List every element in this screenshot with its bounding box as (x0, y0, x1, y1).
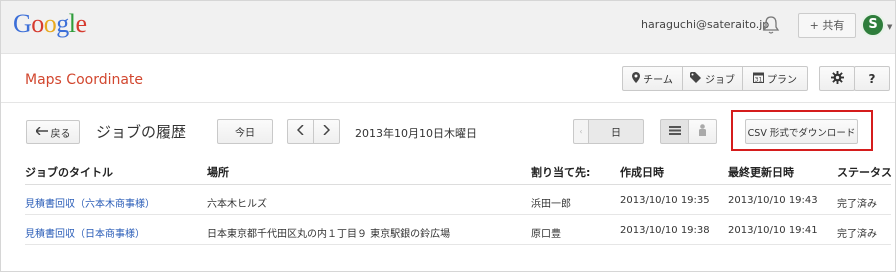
google-bar: Google haraguchi@sateraito.jp + 共有 S ▼ (1, 1, 895, 54)
job-assignee: 原口豊 (531, 229, 561, 240)
plan-label: プラン (767, 75, 797, 86)
share-button[interactable]: + 共有 (798, 13, 856, 38)
back-button[interactable]: 戻る (26, 120, 80, 144)
day-view-button[interactable]: 日 (588, 119, 644, 144)
plan-button[interactable]: 31 プラン (742, 66, 808, 91)
range-prev-button[interactable]: ‹ (573, 119, 589, 144)
chevron-down-icon[interactable]: ▼ (887, 23, 892, 31)
page-title: ジョブの履歴 (96, 123, 187, 141)
job-status: 完了済み (837, 199, 877, 210)
avatar[interactable]: S (861, 13, 885, 37)
app-window: Google haraguchi@sateraito.jp + 共有 S ▼ M… (0, 0, 896, 272)
csv-download-button[interactable]: CSV 形式でダウンロード (745, 119, 858, 144)
bell-icon[interactable] (762, 15, 780, 35)
current-date: 2013年10月10日木曜日 (355, 127, 477, 140)
job-title-link[interactable]: 見積書回収（日本商事様） (25, 225, 145, 240)
table-header: ジョブのタイトル 場所 割り当て先: 作成日時 最終更新日時 ステータス (25, 156, 892, 185)
back-label: 戻る (50, 128, 71, 140)
settings-button[interactable] (819, 66, 855, 91)
column-header-title[interactable]: ジョブのタイトル (25, 164, 113, 180)
job-updated: 2013/10/10 19:41 (728, 225, 818, 236)
person-icon (698, 124, 707, 139)
chevron-right-icon (323, 124, 331, 138)
logo-letter: g (56, 9, 69, 38)
logo-letter: e (75, 9, 88, 38)
table-row[interactable]: 見積書回収（六本木商事様） 六本木ヒルズ 浜田一郎 2013/10/10 19:… (25, 185, 891, 215)
chevron-left-icon: ‹ (579, 127, 583, 136)
list-view-button[interactable] (660, 119, 689, 144)
chevron-left-icon (296, 124, 304, 138)
job-updated: 2013/10/10 19:43 (728, 195, 818, 206)
next-button[interactable] (313, 119, 340, 144)
table-row[interactable]: 見積書回収（日本商事様） 日本東京都千代田区丸の内１丁目９ 東京駅銀の鈴広場 原… (25, 215, 891, 245)
logo-letter: o (43, 9, 57, 38)
job-location: 日本東京都千代田区丸の内１丁目９ 東京駅銀の鈴広場 (207, 229, 451, 240)
job-label: ジョブ (705, 75, 735, 86)
team-button[interactable]: チーム (622, 66, 683, 91)
column-header-status[interactable]: ステータス (837, 164, 892, 180)
app-header: Maps Coordinate チーム ジョブ 31 プラン ? (1, 55, 895, 103)
help-button[interactable]: ? (854, 66, 890, 91)
svg-text:31: 31 (755, 76, 763, 83)
calendar-icon: 31 (753, 72, 764, 86)
job-status: 完了済み (837, 229, 877, 240)
logo-letter: G (13, 9, 32, 38)
back-arrow-icon (34, 126, 48, 138)
tag-icon (690, 71, 702, 86)
list-view-icon (668, 125, 681, 138)
column-header-assignee[interactable]: 割り当て先: (531, 164, 590, 180)
team-label: チーム (643, 75, 673, 86)
job-button[interactable]: ジョブ (682, 66, 743, 91)
account-email[interactable]: haraguchi@sateraito.jp (641, 18, 769, 31)
logo-letter: o (31, 9, 44, 38)
job-title-link[interactable]: 見積書回収（六本木商事様） (25, 195, 155, 210)
app-title[interactable]: Maps Coordinate (25, 72, 143, 88)
person-view-button[interactable] (688, 119, 717, 144)
column-header-updated[interactable]: 最終更新日時 (728, 164, 794, 180)
previous-button[interactable] (287, 119, 314, 144)
column-header-location[interactable]: 場所 (207, 164, 229, 180)
logo-letter: l (68, 9, 76, 38)
google-logo[interactable]: Google (13, 9, 87, 39)
job-location: 六本木ヒルズ (207, 199, 267, 210)
gear-icon (830, 70, 844, 87)
pin-icon (632, 71, 641, 86)
job-assignee: 浜田一郎 (531, 199, 571, 210)
job-created: 2013/10/10 19:38 (620, 225, 710, 236)
column-header-created[interactable]: 作成日時 (620, 164, 664, 180)
today-button[interactable]: 今日 (217, 119, 273, 144)
job-created: 2013/10/10 19:35 (620, 195, 710, 206)
